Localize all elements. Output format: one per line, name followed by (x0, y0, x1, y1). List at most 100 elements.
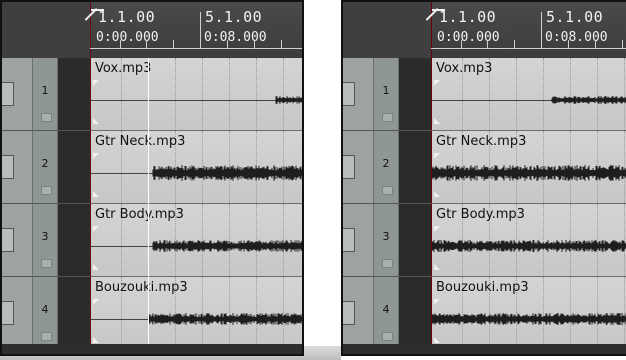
fade-out-handle-icon[interactable] (93, 337, 99, 343)
ruler-tick (461, 40, 462, 48)
track-control-panel[interactable] (343, 58, 373, 131)
track-number: 2 (382, 157, 390, 170)
track-name-field[interactable] (343, 228, 355, 252)
fade-out-handle-icon[interactable] (434, 264, 440, 270)
fade-in-handle-icon[interactable] (434, 226, 440, 232)
media-item[interactable]: Gtr Body.mp3 (90, 204, 302, 277)
vu-meter (399, 131, 431, 204)
fade-in-handle-icon[interactable] (93, 80, 99, 86)
track-row[interactable]: 3 Gtr Body.mp3 (343, 204, 626, 277)
track-number: 3 (41, 230, 49, 243)
media-item[interactable]: Gtr Neck.mp3 (431, 131, 626, 204)
ruler-tick (173, 40, 174, 48)
track-number: 1 (41, 84, 49, 97)
track-control-panel[interactable] (2, 277, 32, 350)
track-number-box[interactable]: 1 (32, 58, 58, 131)
horizontal-scrollbar[interactable] (343, 344, 626, 354)
track-name-field[interactable] (343, 155, 355, 179)
track-control-panel[interactable] (343, 131, 373, 204)
ruler-bar-label: 5.1.00 (546, 8, 604, 26)
vu-meter (399, 204, 431, 277)
ruler-tick (487, 40, 488, 48)
track-name-field[interactable] (2, 228, 14, 252)
fade-in-handle-icon[interactable] (434, 299, 440, 305)
edit-cursor[interactable] (148, 58, 149, 354)
track-control-panel[interactable] (343, 204, 373, 277)
fade-out-handle-icon[interactable] (434, 191, 440, 197)
folder-icon[interactable] (382, 186, 393, 195)
fade-out-handle-icon[interactable] (93, 191, 99, 197)
folder-icon[interactable] (382, 259, 393, 268)
ruler-time-label: 0:08.000 (204, 30, 267, 45)
ruler-tick (622, 40, 623, 48)
track-row[interactable]: 2 Gtr Neck.mp3 (343, 131, 626, 204)
track-name-field[interactable] (2, 301, 14, 325)
ruler-tick (541, 12, 542, 48)
media-item[interactable]: Vox.mp3 (431, 58, 626, 131)
track-number-box[interactable]: 4 (373, 277, 399, 350)
ruler-tick (120, 40, 121, 48)
track-number-box[interactable]: 3 (32, 204, 58, 277)
track-control-panel[interactable] (2, 58, 32, 131)
track-number-box[interactable]: 2 (32, 131, 58, 204)
ruler-bar-label: 5.1.00 (205, 8, 263, 26)
track-row[interactable]: 1 Vox.mp3 (2, 58, 302, 131)
media-item[interactable]: Gtr Neck.mp3 (90, 131, 302, 204)
fade-in-handle-icon[interactable] (93, 226, 99, 232)
ruler-tick (595, 40, 596, 48)
folder-icon[interactable] (382, 332, 393, 341)
ruler-bar-label: 1.1.00 (98, 8, 156, 26)
timeline-ruler[interactable]: 1.1.00 0:00.000 5.1.00 0:08.000 (343, 2, 626, 58)
fade-in-handle-icon[interactable] (93, 153, 99, 159)
track-control-panel[interactable] (2, 204, 32, 277)
track-control-panel[interactable] (343, 277, 373, 350)
ruler-baseline (431, 48, 626, 49)
fade-out-handle-icon[interactable] (93, 264, 99, 270)
folder-icon[interactable] (41, 332, 52, 341)
media-item-name: Gtr Neck.mp3 (95, 134, 186, 149)
folder-icon[interactable] (41, 259, 52, 268)
fade-in-handle-icon[interactable] (93, 299, 99, 305)
track-row[interactable]: 2 Gtr Neck.mp3 (2, 131, 302, 204)
track-number: 2 (41, 157, 49, 170)
folder-icon[interactable] (41, 113, 52, 122)
fade-in-handle-icon[interactable] (434, 153, 440, 159)
fade-out-handle-icon[interactable] (93, 118, 99, 124)
fade-out-handle-icon[interactable] (434, 118, 440, 124)
track-number-box[interactable]: 2 (373, 131, 399, 204)
track-row[interactable]: 3 Gtr Body.mp3 (2, 204, 302, 277)
media-item[interactable]: Vox.mp3 (90, 58, 302, 131)
track-control-panel[interactable] (2, 131, 32, 204)
media-item[interactable]: Gtr Body.mp3 (431, 204, 626, 277)
track-row[interactable]: 1 Vox.mp3 (343, 58, 626, 131)
fade-in-handle-icon[interactable] (434, 80, 440, 86)
media-item-name: Bouzouki.mp3 (436, 280, 529, 295)
media-item[interactable]: Bouzouki.mp3 (90, 277, 302, 350)
track-name-field[interactable] (343, 82, 355, 106)
media-item-name: Bouzouki.mp3 (95, 280, 188, 295)
timeline-ruler[interactable]: 1.1.00 0:00.000 5.1.00 0:08.000 (2, 2, 302, 58)
media-item-name: Gtr Body.mp3 (95, 207, 184, 222)
track-row[interactable]: 4 Bouzouki.mp3 (343, 277, 626, 350)
ruler-bar-label: 1.1.00 (439, 8, 497, 26)
track-name-field[interactable] (343, 301, 355, 325)
track-number: 3 (382, 230, 390, 243)
horizontal-scrollbar[interactable] (2, 344, 302, 354)
track-name-field[interactable] (2, 82, 14, 106)
vu-meter (58, 204, 90, 277)
folder-icon[interactable] (41, 186, 52, 195)
ruler-time-label: 0:00.000 (96, 30, 159, 45)
track-number-box[interactable]: 4 (32, 277, 58, 350)
vu-meter (58, 277, 90, 350)
track-row[interactable]: 4 Bouzouki.mp3 (2, 277, 302, 350)
track-number-box[interactable]: 1 (373, 58, 399, 131)
ruler-tick (146, 40, 147, 48)
media-item[interactable]: Bouzouki.mp3 (431, 277, 626, 350)
track-name-field[interactable] (2, 155, 14, 179)
arrange-view-before: 1.1.00 0:00.000 5.1.00 0:08.000 1 Vox.mp3… (0, 0, 304, 356)
vu-meter (399, 58, 431, 131)
ruler-tick (568, 40, 569, 48)
folder-icon[interactable] (382, 113, 393, 122)
track-number-box[interactable]: 3 (373, 204, 399, 277)
fade-out-handle-icon[interactable] (434, 337, 440, 343)
